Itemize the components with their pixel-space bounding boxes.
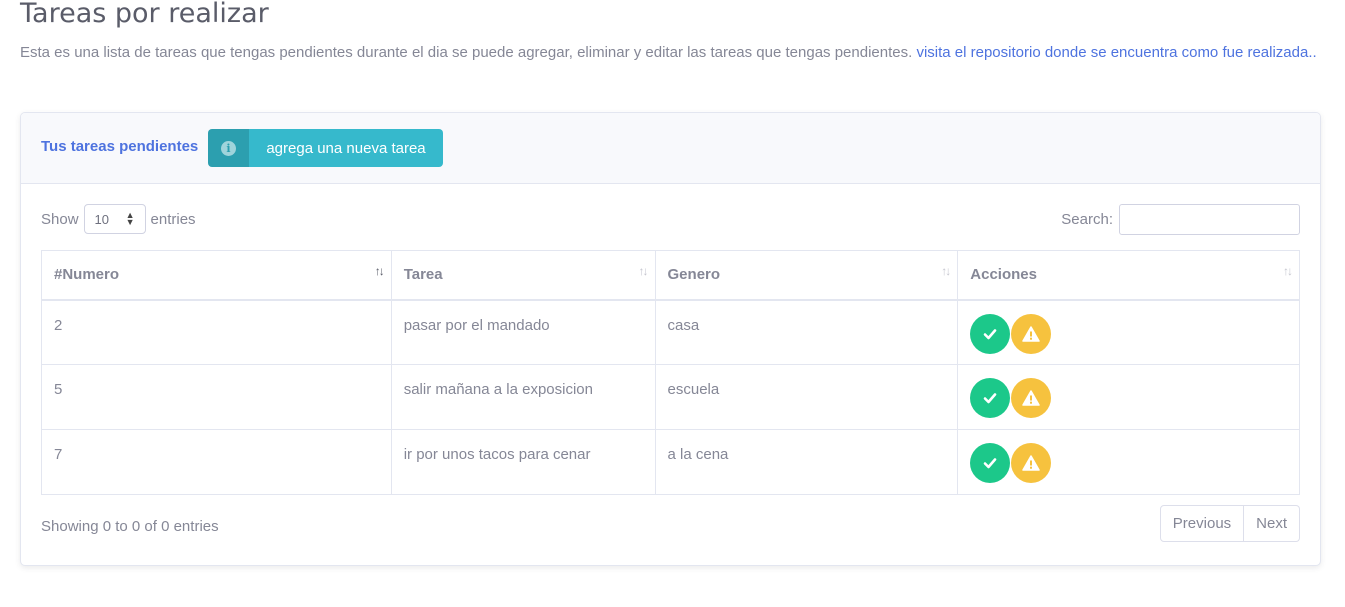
cell-genero: a la cena [654, 429, 959, 495]
warning-icon [1022, 455, 1041, 471]
sort-icon: ↑↓ [374, 264, 385, 278]
warning-icon [1022, 325, 1041, 342]
intro-text: Esta es una lista de tareas que tengas p… [20, 40, 1320, 65]
info-icon-wrapper: i [208, 129, 249, 167]
info-circle-icon: i [221, 140, 236, 156]
entries-label: entries [150, 210, 196, 228]
check-icon [983, 393, 997, 404]
cell-acciones [957, 299, 1300, 365]
search-control: Search: [1061, 204, 1300, 235]
check-icon [983, 458, 997, 469]
cell-tarea: pasar por el mandado [390, 299, 656, 365]
column-header-genero[interactable]: Genero ↑↓ [654, 250, 959, 301]
table-row: 5 salir mañana a la exposicion escuela [41, 364, 1300, 430]
entries-select[interactable]: 10 ▲ ▼ [83, 204, 146, 234]
cell-tarea: ir por unos tacos para cenar [390, 429, 656, 495]
show-label: Show [41, 210, 79, 228]
sort-icon: ↑↓ [941, 264, 951, 278]
complete-task-button[interactable] [970, 378, 1011, 418]
column-header-tarea[interactable]: Tarea ↑↓ [390, 250, 656, 301]
repository-link[interactable]: visita el repositorio donde se encuentra… [916, 44, 1316, 61]
add-task-button[interactable]: i agrega una nueva tarea [208, 129, 443, 167]
card-header-title: Tus tareas pendientes [41, 138, 199, 155]
add-task-button-label: agrega una nueva tarea [249, 129, 443, 167]
tasks-table: #Numero ↑↓ Tarea ↑↓ Genero ↑↓ Acciones ↑↓ 2 … [41, 250, 1300, 495]
search-input[interactable] [1119, 204, 1300, 235]
cell-genero: escuela [654, 364, 959, 430]
pagination: Previous Next [1159, 505, 1300, 542]
next-page-button[interactable]: Next [1244, 505, 1300, 542]
select-caret-icon: ▲ ▼ [125, 210, 135, 227]
warning-task-button[interactable] [1011, 378, 1052, 418]
cell-genero: casa [654, 299, 959, 365]
cell-tarea: salir mañana a la exposicion [390, 364, 656, 430]
warning-icon [1022, 390, 1041, 406]
complete-task-button[interactable] [970, 443, 1011, 483]
warning-task-button[interactable] [1011, 313, 1052, 354]
page-title: Tareas por realizar [20, 0, 269, 29]
warning-task-button[interactable] [1011, 443, 1052, 483]
card-header: Tus tareas pendientes i agrega una nueva… [21, 113, 1320, 184]
previous-page-button[interactable]: Previous [1159, 505, 1245, 542]
table-row: 2 pasar por el mandado casa [41, 299, 1300, 365]
search-label: Search: [1061, 211, 1113, 228]
sort-icon: ↑↓ [638, 264, 649, 278]
entries-length-control: Show 10 ▲ ▼ entries [41, 204, 196, 234]
cell-numero: 7 [41, 429, 392, 495]
table-header-row: #Numero ↑↓ Tarea ↑↓ Genero ↑↓ Acciones ↑↓ [41, 250, 1300, 301]
entries-select-value: 10 [94, 211, 109, 227]
cell-numero: 5 [41, 364, 392, 430]
cell-acciones [957, 364, 1300, 430]
column-header-numero[interactable]: #Numero ↑↓ [41, 250, 392, 301]
sort-icon: ↑↓ [1283, 264, 1293, 278]
intro-description: Esta es una lista de tareas que tengas p… [20, 44, 917, 61]
table-row: 7 ir por unos tacos para cenar a la cena [41, 429, 1300, 495]
complete-task-button[interactable] [970, 313, 1011, 354]
table-info: Showing 0 to 0 of 0 entries [41, 518, 219, 535]
cell-acciones [957, 429, 1300, 495]
check-icon [983, 328, 997, 339]
column-header-acciones[interactable]: Acciones ↑↓ [957, 250, 1300, 301]
cell-numero: 2 [41, 299, 392, 365]
tasks-card: Tus tareas pendientes i agrega una nueva… [20, 112, 1321, 566]
